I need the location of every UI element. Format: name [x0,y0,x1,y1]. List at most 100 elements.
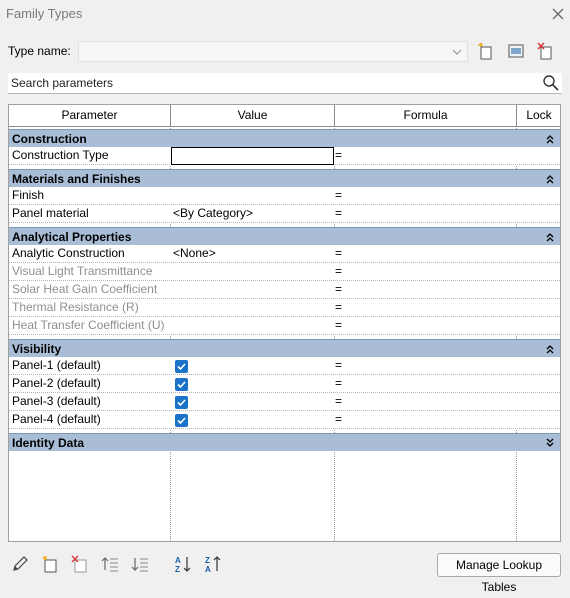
formula-cell[interactable]: = [335,245,515,263]
group-label: Analytical Properties [12,230,132,244]
svg-text:A: A [205,565,211,574]
param-name: Solar Heat Gain Coefficient [12,282,158,296]
expand-icon[interactable] [544,437,556,449]
visibility-checkbox[interactable] [175,396,188,409]
formula-cell[interactable]: = [335,411,515,429]
edit-parameter-button[interactable] [10,554,30,574]
checkmark-icon [177,363,186,371]
checkmark-icon [177,381,186,389]
formula-cell[interactable]: = [335,147,515,165]
formula-cell: = [335,300,343,314]
visibility-checkbox[interactable] [175,360,188,373]
delete-type-button[interactable] [537,42,555,60]
column-header-lock[interactable]: Lock [517,105,561,126]
visibility-checkbox[interactable] [175,378,188,391]
close-button[interactable] [548,4,568,24]
type-name-dropdown[interactable] [78,41,468,62]
parameters-grid: Parameter Value Formula Lock Constructio… [8,104,561,542]
table-row: Panel material <By Category> = [9,205,560,223]
delete-parameter-button[interactable] [70,554,90,574]
table-row: Thermal Resistance (R) = [9,299,560,317]
param-name: Panel-2 (default) [12,376,101,390]
column-header-formula[interactable]: Formula [335,105,517,126]
table-row: Heat Transfer Coefficient (U) = [9,317,560,335]
sort-ascending-button[interactable]: A Z [173,554,193,574]
collapse-icon[interactable] [544,133,556,145]
table-row: Panel-3 (default) = [9,393,560,411]
value-cell [173,299,333,317]
param-name: Construction Type [12,148,109,162]
sort-descending-icon: Z A [205,556,221,574]
collapse-icon[interactable] [544,343,556,355]
move-up-icon [101,557,118,572]
svg-text:Z: Z [175,565,180,574]
formula-cell[interactable]: = [335,205,515,223]
search-input[interactable]: Search parameters [8,73,562,94]
grid-header: Parameter Value Formula Lock [9,105,560,127]
param-name: Panel material [12,206,89,220]
table-row: Panel-1 (default) = [9,357,560,375]
close-icon [552,8,564,20]
sort-ascending-icon: A Z [175,556,191,574]
param-name: Finish [12,188,45,202]
param-name: Visual Light Transmittance [12,264,153,278]
formula-cell: = [335,264,343,278]
value-cell[interactable]: <None> [173,245,333,263]
param-name: Thermal Resistance (R) [12,300,139,314]
group-visibility[interactable]: Visibility [9,339,560,357]
title-bar: Family Types [0,0,570,30]
collapse-icon[interactable] [544,173,556,185]
column-header-value[interactable]: Value [171,105,335,126]
move-down-button[interactable] [130,554,150,574]
value-cell[interactable]: <By Category> [173,205,333,223]
collapse-icon[interactable] [544,231,556,243]
value-cell [173,317,333,335]
formula-cell[interactable]: = [335,393,515,411]
delete-type-icon [537,42,552,60]
table-row: Finish = [9,187,560,205]
param-name: Panel-1 (default) [12,358,101,372]
table-row: Visual Light Transmittance = [9,263,560,281]
param-name: Panel-3 (default) [12,394,101,408]
formula-cell: = [335,282,343,296]
new-type-icon [478,42,492,60]
construction-type-input[interactable] [171,147,334,165]
window-title: Family Types [6,6,83,21]
type-name-row: Type name: [0,38,570,64]
group-analytical-properties[interactable]: Analytical Properties [9,227,560,245]
table-row: Analytic Construction <None> = [9,245,560,263]
value-cell [173,281,333,299]
formula-cell[interactable]: = [335,357,515,375]
manage-lookup-tables-button[interactable]: Manage Lookup Tables [437,553,561,594]
param-name: Analytic Construction [12,246,125,260]
table-row: Panel-2 (default) = [9,375,560,393]
svg-text:A: A [175,556,181,565]
formula-cell[interactable]: = [335,375,515,393]
new-parameter-button[interactable] [40,554,60,574]
new-parameter-icon [43,556,57,573]
pencil-icon [13,556,28,571]
chevron-down-icon [452,49,462,55]
value-cell [173,263,333,281]
value-cell[interactable] [173,187,333,205]
rename-type-icon [508,44,524,58]
search-icon[interactable] [542,74,560,92]
group-label: Construction [12,132,87,146]
formula-cell[interactable]: = [335,187,515,205]
checkmark-icon [177,399,186,407]
visibility-checkbox[interactable] [175,414,188,427]
group-label: Materials and Finishes [12,172,141,186]
new-type-button[interactable] [477,42,495,60]
table-row: Construction Type = [9,147,560,165]
rename-type-button[interactable] [507,42,525,60]
search-placeholder: Search parameters [11,76,114,90]
column-header-parameter[interactable]: Parameter [9,105,171,126]
group-materials-and-finishes[interactable]: Materials and Finishes [9,169,560,187]
move-up-button[interactable] [100,554,120,574]
group-identity-data[interactable]: Identity Data [9,433,560,451]
move-down-icon [131,558,148,572]
group-construction[interactable]: Construction [9,129,560,147]
sort-descending-button[interactable]: Z A [203,554,223,574]
group-label: Visibility [12,342,62,356]
delete-parameter-icon [71,555,87,573]
